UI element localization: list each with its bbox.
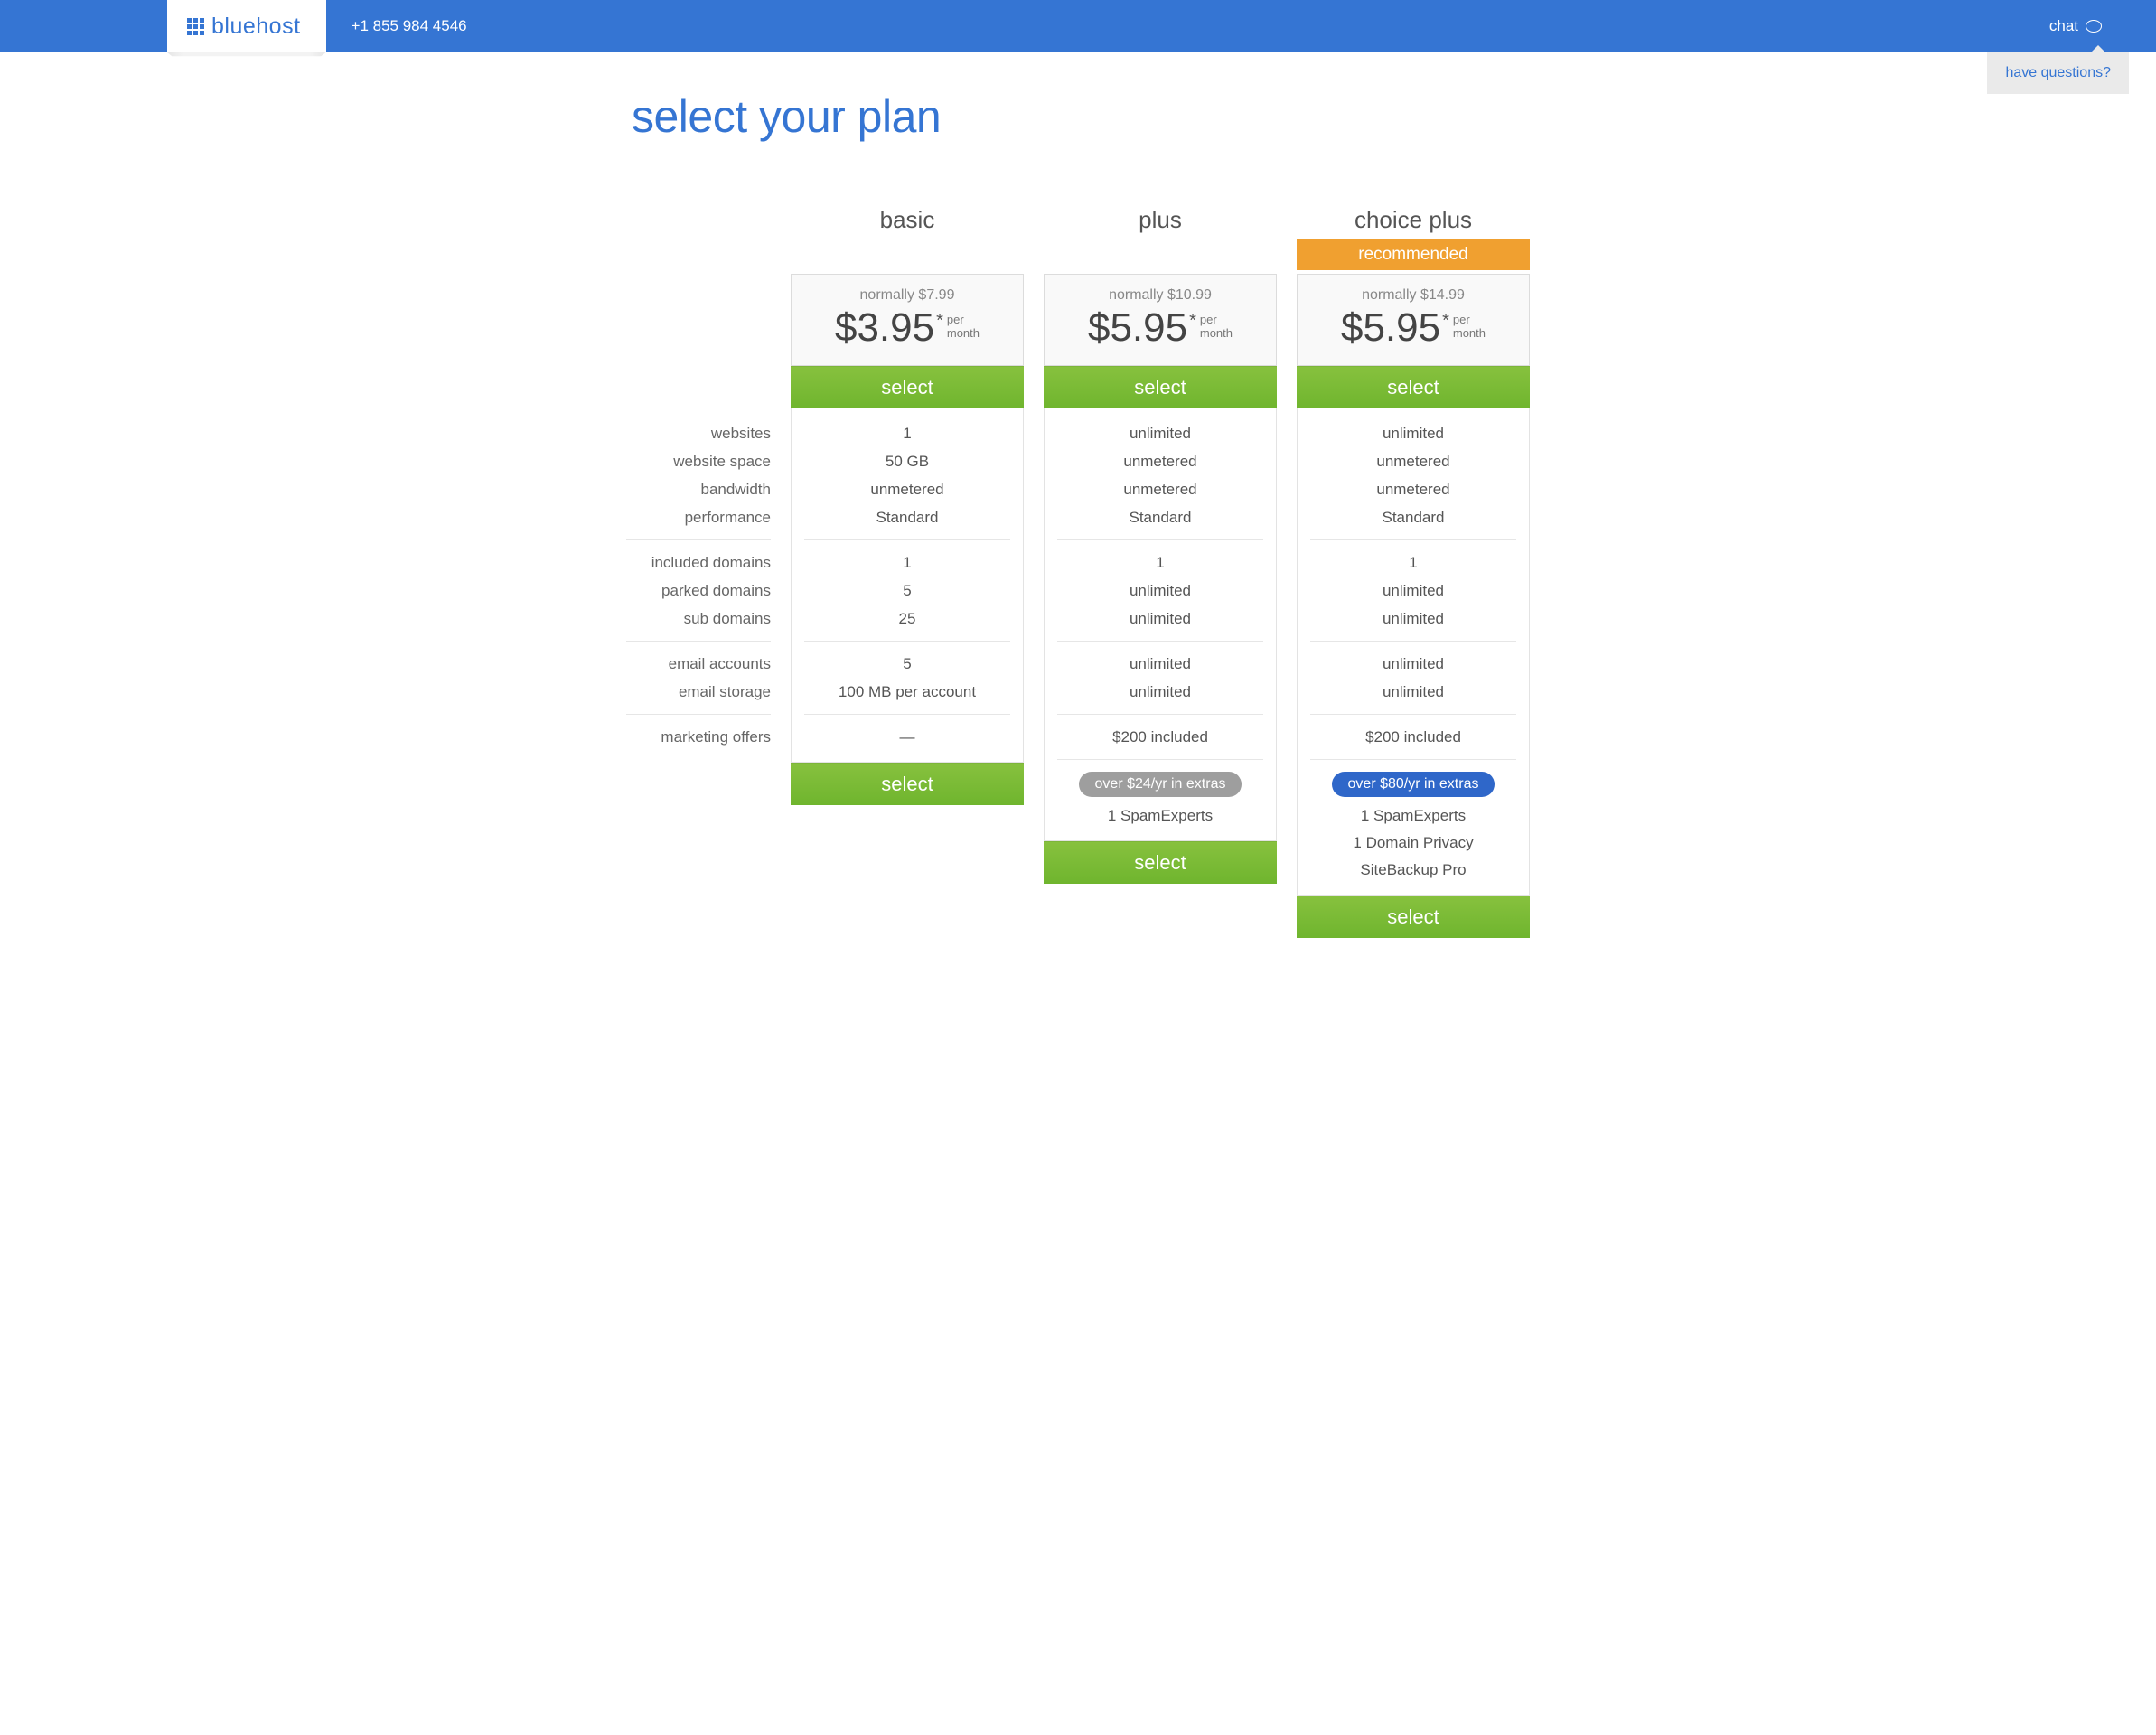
have-questions-button[interactable]: have questions? bbox=[1987, 52, 2129, 94]
per-month: permonth bbox=[1200, 314, 1233, 341]
extra-item: 1 Domain Privacy bbox=[1310, 830, 1516, 857]
feature-value: unlimited bbox=[1310, 678, 1516, 706]
extra-item: 1 SpamExperts bbox=[1310, 802, 1516, 830]
feature-value: unlimited bbox=[1057, 419, 1263, 447]
feature-value: unmetered bbox=[1310, 475, 1516, 503]
price-box-1: normally $10.99$5.95*permonth bbox=[1044, 274, 1277, 366]
feature-label: sub domains bbox=[626, 605, 771, 633]
price-0: $3.95 bbox=[835, 305, 934, 351]
logo-icon bbox=[187, 18, 204, 35]
extra-item: 1 SpamExperts bbox=[1057, 802, 1263, 830]
select-button-2-bottom[interactable]: select bbox=[1297, 896, 1530, 938]
feature-labels: websiteswebsite spacebandwidthperformanc… bbox=[626, 408, 771, 762]
feature-value: — bbox=[804, 723, 1010, 751]
feature-value: unmetered bbox=[804, 475, 1010, 503]
feature-value: unmetered bbox=[1057, 447, 1263, 475]
per-month: permonth bbox=[1453, 314, 1486, 341]
feature-column-0: 150 GBunmeteredStandard15255100 MB per a… bbox=[791, 408, 1024, 763]
extras-pill-1: over $24/yr in extras bbox=[1079, 772, 1242, 797]
feature-value: 1 bbox=[804, 419, 1010, 447]
feature-label: website space bbox=[626, 447, 771, 475]
feature-value: unlimited bbox=[1310, 605, 1516, 633]
feature-value: $200 included bbox=[1310, 723, 1516, 751]
extra-item: SiteBackup Pro bbox=[1310, 857, 1516, 884]
feature-value: 5 bbox=[804, 650, 1010, 678]
feature-label: email storage bbox=[626, 678, 771, 706]
feature-label: bandwidth bbox=[626, 475, 771, 503]
normal-price-2: $14.99 bbox=[1420, 287, 1465, 303]
plan-title-1: plus bbox=[1044, 206, 1277, 234]
select-button-0-top[interactable]: select bbox=[791, 366, 1024, 408]
select-button-1-top[interactable]: select bbox=[1044, 366, 1277, 408]
feature-value: unlimited bbox=[1057, 577, 1263, 605]
feature-value: unmetered bbox=[1057, 475, 1263, 503]
normal-price-0: $7.99 bbox=[918, 287, 954, 303]
recommended-badge: recommended bbox=[1297, 239, 1530, 270]
phone-number[interactable]: +1 855 984 4546 bbox=[352, 17, 467, 35]
feature-value: 5 bbox=[804, 577, 1010, 605]
plan-title-0: basic bbox=[791, 206, 1024, 234]
logo[interactable]: bluehost bbox=[167, 0, 326, 52]
header: bluehost +1 855 984 4546 chat have quest… bbox=[0, 0, 2156, 52]
feature-label: included domains bbox=[626, 549, 771, 577]
price-2: $5.95 bbox=[1341, 305, 1440, 351]
feature-value: Standard bbox=[1310, 503, 1516, 531]
feature-value: unmetered bbox=[1310, 447, 1516, 475]
feature-label: marketing offers bbox=[626, 723, 771, 751]
feature-column-1: unlimitedunmeteredunmeteredStandard1unli… bbox=[1044, 408, 1277, 841]
plan-title-2: choice plus bbox=[1297, 206, 1530, 234]
feature-value: unlimited bbox=[1057, 650, 1263, 678]
feature-value: 1 bbox=[1057, 549, 1263, 577]
feature-value: 100 MB per account bbox=[804, 678, 1010, 706]
per-month: permonth bbox=[947, 314, 980, 341]
price-1: $5.95 bbox=[1088, 305, 1187, 351]
feature-value: unlimited bbox=[1057, 605, 1263, 633]
price-box-0: normally $7.99$3.95*permonth bbox=[791, 274, 1024, 366]
price-box-2: normally $14.99$5.95*permonth bbox=[1297, 274, 1530, 366]
feature-value: 1 bbox=[1310, 549, 1516, 577]
feature-value: 50 GB bbox=[804, 447, 1010, 475]
feature-label: websites bbox=[626, 419, 771, 447]
feature-label: parked domains bbox=[626, 577, 771, 605]
logo-text: bluehost bbox=[211, 14, 301, 40]
feature-label: email accounts bbox=[626, 650, 771, 678]
select-button-1-bottom[interactable]: select bbox=[1044, 841, 1277, 884]
feature-value: 1 bbox=[804, 549, 1010, 577]
chat-link[interactable]: chat bbox=[2049, 17, 2102, 35]
chat-label: chat bbox=[2049, 17, 2078, 35]
feature-value: unlimited bbox=[1310, 419, 1516, 447]
feature-value: unlimited bbox=[1057, 678, 1263, 706]
feature-value: 25 bbox=[804, 605, 1010, 633]
chat-icon bbox=[2086, 20, 2102, 33]
feature-label: performance bbox=[626, 503, 771, 531]
extras-pill-2: over $80/yr in extras bbox=[1332, 772, 1495, 797]
normal-price-1: $10.99 bbox=[1167, 287, 1212, 303]
feature-value: unlimited bbox=[1310, 577, 1516, 605]
feature-value: unlimited bbox=[1310, 650, 1516, 678]
feature-value: $200 included bbox=[1057, 723, 1263, 751]
feature-value: Standard bbox=[1057, 503, 1263, 531]
feature-column-2: unlimitedunmeteredunmeteredStandard1unli… bbox=[1297, 408, 1530, 896]
select-button-0-bottom[interactable]: select bbox=[791, 763, 1024, 805]
feature-value: Standard bbox=[804, 503, 1010, 531]
select-button-2-top[interactable]: select bbox=[1297, 366, 1530, 408]
page-title: select your plan bbox=[632, 90, 1530, 143]
